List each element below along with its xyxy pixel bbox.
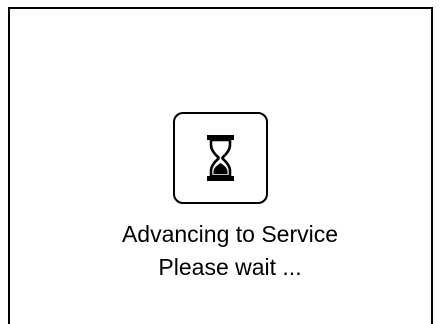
hourglass-icon [207,135,234,181]
screen: Advancing to Service Please wait ... [0,0,441,324]
status-message-line2: Please wait ... [158,254,302,280]
status-message-line1: Advancing to Service [121,221,339,247]
busy-indicator [173,112,268,204]
viewport: Advancing to Service Please wait ... [0,0,441,324]
